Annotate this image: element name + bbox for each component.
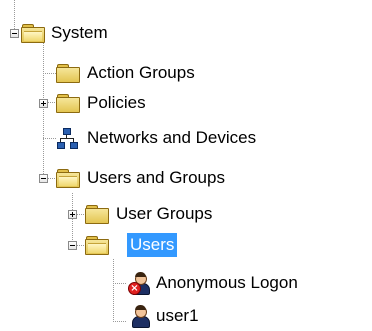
tree-node-user-groups[interactable]: User Groups	[0, 199, 270, 229]
folder-open-icon	[21, 24, 45, 43]
tree-node-label: Action Groups	[87, 63, 195, 82]
tree-node-label: System	[51, 23, 108, 42]
expand-toggle[interactable]	[68, 210, 77, 219]
tree-node-policies[interactable]: Policies	[0, 88, 200, 118]
tree-node-action-groups[interactable]: Action Groups	[0, 58, 260, 88]
collapse-toggle[interactable]	[10, 29, 19, 38]
folder-open-icon	[85, 236, 109, 255]
expand-toggle[interactable]	[39, 99, 48, 108]
tree-node-users-and-groups[interactable]: Users and Groups	[0, 163, 300, 193]
tree-node-networks-and-devices[interactable]: Networks and Devices	[0, 123, 340, 153]
user-icon	[128, 305, 150, 328]
folder-icon	[85, 205, 109, 224]
folder-icon	[56, 94, 80, 113]
collapse-toggle[interactable]	[39, 174, 48, 183]
network-icon	[57, 128, 78, 149]
folder-open-icon	[56, 169, 80, 188]
tree-node-anonymous-logon[interactable]: × Anonymous Logon	[0, 268, 372, 298]
tree-node-label: user1	[156, 306, 199, 325]
tree-node-label: Anonymous Logon	[156, 273, 298, 292]
disabled-user-icon: ×	[128, 272, 150, 295]
tree-node-label: Users and Groups	[87, 168, 225, 187]
tree-node-label: User Groups	[116, 204, 213, 223]
collapse-toggle[interactable]	[68, 241, 77, 250]
tree-node-system[interactable]: System	[0, 18, 160, 48]
tree-node-users[interactable]: Users	[0, 230, 200, 260]
tree-node-user1[interactable]: user1	[0, 301, 220, 331]
tree-view[interactable]: System Action Groups Policies Networks a…	[0, 0, 372, 331]
tree-node-label: Policies	[87, 93, 146, 112]
tree-node-label: Networks and Devices	[87, 128, 257, 147]
folder-icon	[56, 64, 80, 83]
tree-node-label-selected: Users	[127, 233, 178, 257]
